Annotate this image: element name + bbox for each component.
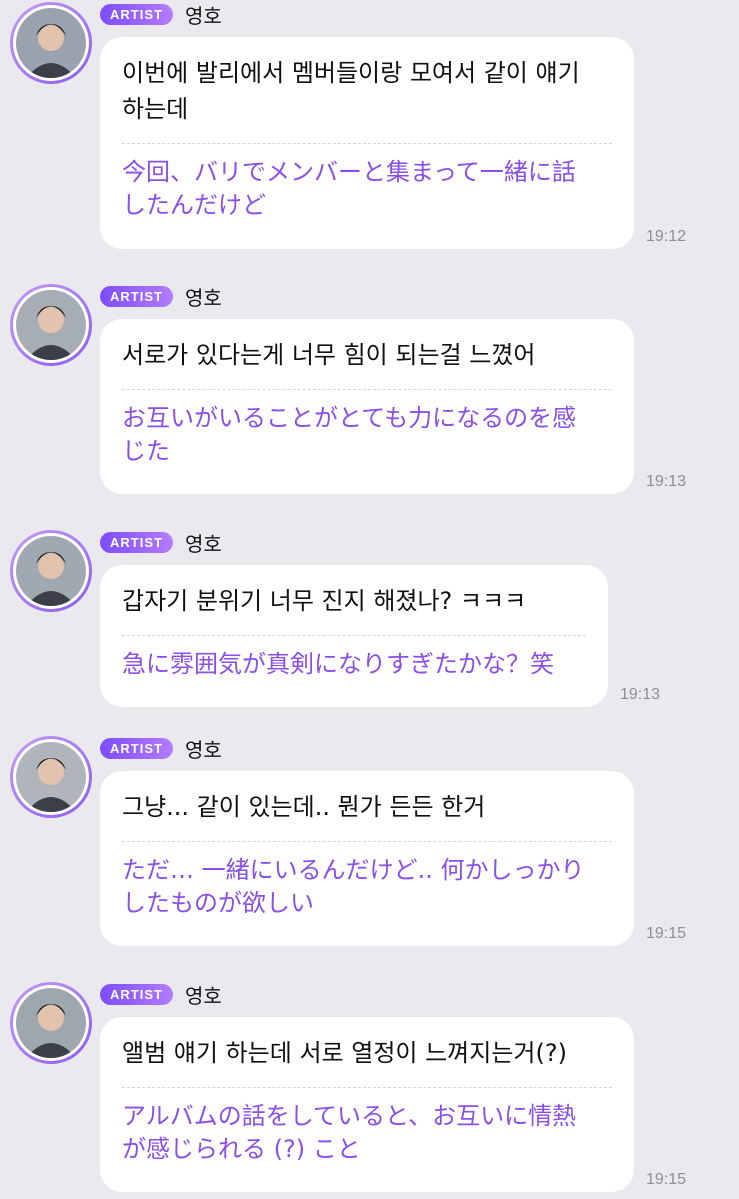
message-translation-text: 急に雰囲気が真剣になりすぎたかな？笑 [122,650,554,678]
sender-name: 영호 [184,531,222,556]
ja-line: したものが欲しい [122,889,314,917]
chat-message: ARTIST 영호 갑자기 분위기 너무 진지 해졌나? ㅋㅋㅋ 急に雰囲気が真… [0,530,739,710]
sender-name: 영호 [184,983,222,1008]
ja-line: お互いがいることがとても力になるのを感 [122,404,577,432]
ko-line: 이번에 발리에서 멤버들이랑 모여서 같이 얘기 [122,59,580,87]
message-bubble[interactable]: 갑자기 분위기 너무 진지 해졌나? ㅋㅋㅋ 急に雰囲気が真剣になりすぎたかな？… [100,565,608,707]
artist-photo-icon [16,742,86,812]
artist-photo-icon [16,536,86,606]
timestamp: 19:12 [646,228,687,245]
chat-message: ARTIST 영호 서로가 있다는게 너무 힘이 되는걸 느꼈어 お互いがいるこ… [0,284,739,499]
divider [122,389,612,390]
sender-name: 영호 [184,3,222,28]
ja-line: したんだけど [122,191,266,219]
artist-badge: ARTIST [100,3,173,25]
artist-photo-icon [16,988,86,1058]
ja-line: ただ… 一緒にいるんだけど.. 何かしっかり [122,856,585,884]
message-korean-text: 앨범 얘기 하는데 서로 열정이 느껴지는거(?) [122,1039,567,1067]
artist-avatar[interactable] [10,284,92,366]
sender-name: 영호 [184,285,222,310]
message-korean-text: 그냥... 같이 있는데.. 뭔가 든든 한거 [122,793,486,821]
chat-message: ARTIST 영호 그냥... 같이 있는데.. 뭔가 든든 한거 ただ… 一緒… [0,736,739,951]
timestamp: 19:13 [620,686,661,703]
message-korean-text: 이번에 발리에서 멤버들이랑 모여서 같이 얘기 하는데 [122,55,612,127]
ja-line: アルバムの話をしていると、お互いに情熱 [122,1102,577,1130]
divider [122,635,586,636]
message-translation-text: アルバムの話をしていると、お互いに情熱 が感じられる (?) こと [122,1100,612,1166]
ja-line: じた [122,437,170,465]
artist-photo-icon [16,8,86,78]
timestamp: 19:15 [646,1171,687,1188]
artist-avatar[interactable] [10,2,92,84]
divider [122,841,612,842]
message-korean-text: 서로가 있다는게 너무 힘이 되는걸 느꼈어 [122,341,536,369]
chat-message: ARTIST 영호 앨범 얘기 하는데 서로 열정이 느껴지는거(?) アルバム… [0,982,739,1197]
timestamp: 19:15 [646,925,687,942]
message-translation-text: ただ… 一緒にいるんだけど.. 何かしっかり したものが欲しい [122,854,612,920]
message-bubble[interactable]: 앨범 얘기 하는데 서로 열정이 느껴지는거(?) アルバムの話をしていると、お… [100,1017,634,1192]
artist-avatar[interactable] [10,530,92,612]
ja-line: 今回、バリでメンバーと集まって一緒に話 [122,158,576,186]
artist-badge: ARTIST [100,531,173,553]
artist-photo-icon [16,290,86,360]
ko-line: 하는데 [122,95,189,123]
artist-badge: ARTIST [100,285,173,307]
message-korean-text: 갑자기 분위기 너무 진지 해졌나? ㅋㅋㅋ [122,587,527,615]
message-translation-text: 今回、バリでメンバーと集まって一緒に話 したんだけど [122,156,612,222]
artist-badge: ARTIST [100,737,173,759]
ja-line: が感じられる (?) こと [122,1135,361,1163]
message-bubble[interactable]: 그냥... 같이 있는데.. 뭔가 든든 한거 ただ… 一緒にいるんだけど.. … [100,771,634,946]
chat-message: ARTIST 영호 이번에 발리에서 멤버들이랑 모여서 같이 얘기 하는데 今… [0,2,739,252]
timestamp: 19:13 [646,473,687,490]
artist-avatar[interactable] [10,982,92,1064]
artist-badge: ARTIST [100,983,173,1005]
message-translation-text: お互いがいることがとても力になるのを感 じた [122,402,612,468]
artist-avatar[interactable] [10,736,92,818]
message-bubble[interactable]: 이번에 발리에서 멤버들이랑 모여서 같이 얘기 하는데 今回、バリでメンバーと… [100,37,634,249]
sender-name: 영호 [184,737,222,762]
divider [122,1087,612,1088]
divider [122,143,612,144]
message-bubble[interactable]: 서로가 있다는게 너무 힘이 되는걸 느꼈어 お互いがいることがとても力になるの… [100,319,634,494]
